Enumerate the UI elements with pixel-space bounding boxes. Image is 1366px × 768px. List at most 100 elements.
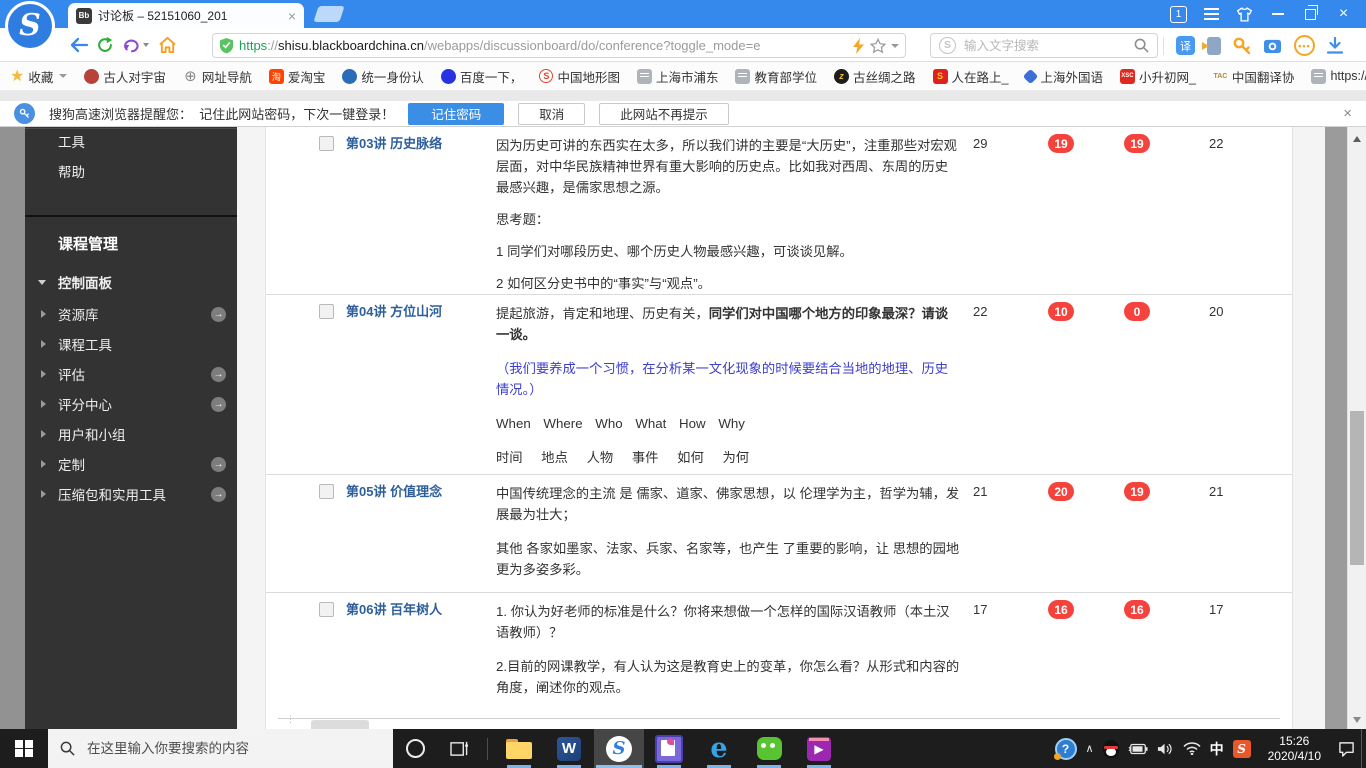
taskbar-search-input[interactable] <box>85 740 381 757</box>
battery-icon[interactable] <box>1128 743 1148 755</box>
unread-posts-badge[interactable]: 16 <box>1048 600 1074 619</box>
notification-close-icon[interactable]: × <box>1343 105 1352 122</box>
sidebar-item-tools[interactable]: 工具 <box>25 129 237 153</box>
ime-indicator[interactable]: 中 <box>1210 739 1224 759</box>
unread-replies-badge[interactable]: 19 <box>1124 482 1150 501</box>
taskbar-app-media-player[interactable]: ▶ <box>794 729 844 768</box>
unread-replies-badge[interactable]: 0 <box>1124 302 1150 321</box>
remember-password-button[interactable]: 记住密码 <box>408 102 505 125</box>
cortana-button[interactable] <box>393 729 437 768</box>
sidebar-item-content-collection[interactable]: 资源库 → <box>25 302 237 326</box>
forum-link[interactable]: 第05讲 价值理念 <box>346 483 491 501</box>
sidebar-item-customization[interactable]: 定制 → <box>25 452 237 476</box>
refresh-button[interactable] <box>92 32 118 58</box>
sidebar-item-users-groups[interactable]: 用户和小组 <box>25 422 237 446</box>
sidebar-item-help[interactable]: 帮助 <box>25 159 237 183</box>
restore-button[interactable] <box>1294 0 1327 28</box>
wifi-icon[interactable] <box>1183 742 1201 755</box>
frame-scroll-strip[interactable] <box>1325 127 1347 729</box>
scrollbar-thumb[interactable] <box>1350 411 1364 565</box>
new-tab-button[interactable] <box>313 6 345 22</box>
scroll-up-icon[interactable] <box>1353 136 1361 142</box>
favorite-star-icon[interactable] <box>870 37 886 54</box>
open-in-new-icon[interactable]: → <box>211 456 226 472</box>
taskbar-app-file-explorer[interactable] <box>494 729 544 768</box>
minimize-button[interactable] <box>1261 0 1294 28</box>
open-in-new-icon[interactable]: → <box>211 486 226 502</box>
taskbar-clock[interactable]: 15:26 2020/4/10 <box>1260 734 1329 764</box>
bookmark-item[interactable]: S 中国地形图 <box>539 67 620 86</box>
skin-theme-icon[interactable] <box>1228 0 1261 28</box>
hidden-icons-chevron[interactable]: ∧ <box>1086 742 1094 755</box>
back-button[interactable] <box>66 32 92 58</box>
forum-link[interactable]: 第03讲 历史脉络 <box>346 135 491 153</box>
sidebar-item-control-panel[interactable]: 控制面板 <box>25 270 237 294</box>
unread-posts-badge[interactable]: 20 <box>1048 482 1074 501</box>
bookmark-item[interactable]: ⊕ 网址导航 <box>183 67 252 86</box>
vertical-scrollbar[interactable] <box>1347 127 1366 729</box>
undo-close-button[interactable] <box>118 32 154 58</box>
bookmark-item[interactable]: 上海外国语 <box>1023 67 1103 86</box>
bookmark-item[interactable]: 古人对宇宙 <box>84 67 166 86</box>
taskbar-app-sogou-browser[interactable]: S <box>594 729 644 768</box>
bookmark-item[interactable]: z 古丝绸之路 <box>833 67 916 86</box>
sogou-ime-tray-icon[interactable]: S <box>1232 739 1251 758</box>
taskbar-search-box[interactable] <box>48 729 393 768</box>
task-view-button[interactable] <box>437 729 481 768</box>
open-in-new-icon[interactable]: → <box>211 396 226 412</box>
browser-search-box[interactable]: S <box>930 33 1158 58</box>
send-to-phone-icon[interactable] <box>1202 36 1221 55</box>
tab-count-badge[interactable]: 1 <box>1162 0 1195 28</box>
password-key-icon[interactable] <box>1233 37 1251 55</box>
bookmark-item[interactable]: S 人在路上_ <box>932 67 1008 86</box>
start-button[interactable] <box>0 729 48 768</box>
forum-link[interactable]: 第04讲 方位山河 <box>346 303 491 321</box>
taskbar-app-edge[interactable]: e <box>694 729 744 768</box>
unread-posts-badge[interactable]: 19 <box>1048 134 1074 153</box>
home-button[interactable] <box>154 32 180 58</box>
screenshot-icon[interactable] <box>1263 37 1282 54</box>
help-tray-icon[interactable]: ? <box>1053 737 1077 760</box>
taskbar-app-notebook[interactable] <box>644 729 694 768</box>
bookmark-item[interactable]: TAC 中国翻译协 <box>1213 67 1294 86</box>
search-magnifier-icon[interactable] <box>1134 38 1149 53</box>
unread-posts-badge[interactable]: 10 <box>1048 302 1074 321</box>
row-checkbox[interactable] <box>319 304 334 319</box>
sogou-browser-logo[interactable]: S <box>5 1 55 51</box>
address-bar[interactable]: https://shisu.blackboardchina.cn/webapps… <box>212 33 906 58</box>
download-icon[interactable] <box>1327 37 1343 54</box>
volume-icon[interactable] <box>1157 742 1174 756</box>
bookmark-item[interactable]: 上海市浦东 <box>636 67 718 86</box>
show-desktop-button[interactable] <box>1361 729 1366 768</box>
qq-tray-icon[interactable] <box>1102 739 1119 758</box>
search-input[interactable] <box>962 37 1128 54</box>
bookmark-item[interactable]: 百度一下， <box>440 67 522 86</box>
unread-replies-badge[interactable]: 16 <box>1124 600 1150 619</box>
bookmark-item[interactable]: 统一身份认 <box>342 67 424 86</box>
favorites-menu[interactable]: ★ 收藏 <box>10 66 68 86</box>
row-checkbox[interactable] <box>319 484 334 499</box>
sidebar-item-grade-center[interactable]: 评分中心 → <box>25 392 237 416</box>
taskbar-app-word[interactable]: W <box>544 729 594 768</box>
sidebar-item-course-tools[interactable]: 课程工具 <box>25 332 237 356</box>
translate-icon[interactable]: 译 <box>1176 36 1195 55</box>
row-checkbox[interactable] <box>319 602 334 617</box>
bookmark-item[interactable]: 淘爱淘宝 <box>268 67 325 86</box>
action-center-icon[interactable] <box>1338 741 1355 757</box>
open-in-new-icon[interactable]: → <box>211 306 226 322</box>
sidebar-item-evaluation[interactable]: 评估 → <box>25 362 237 386</box>
bookmark-item[interactable]: 教育部学位 <box>735 67 817 86</box>
address-dropdown-icon[interactable] <box>891 43 899 48</box>
taskbar-app-wechat[interactable] <box>744 729 794 768</box>
scroll-down-icon[interactable] <box>1353 717 1361 723</box>
row-checkbox[interactable] <box>319 136 334 151</box>
forum-link[interactable]: 第06讲 百年树人 <box>346 601 491 619</box>
close-button[interactable]: × <box>1327 0 1360 28</box>
unread-replies-badge[interactable]: 19 <box>1124 134 1150 153</box>
lightning-icon[interactable] <box>852 37 865 54</box>
menu-icon[interactable] <box>1195 0 1228 28</box>
pagination-button-partial[interactable] <box>311 720 369 729</box>
browser-tab[interactable]: Bb 讨论板 – 52151060_201 × <box>68 3 304 28</box>
tab-close-icon[interactable]: × <box>288 9 296 23</box>
open-in-new-icon[interactable]: → <box>211 366 226 382</box>
